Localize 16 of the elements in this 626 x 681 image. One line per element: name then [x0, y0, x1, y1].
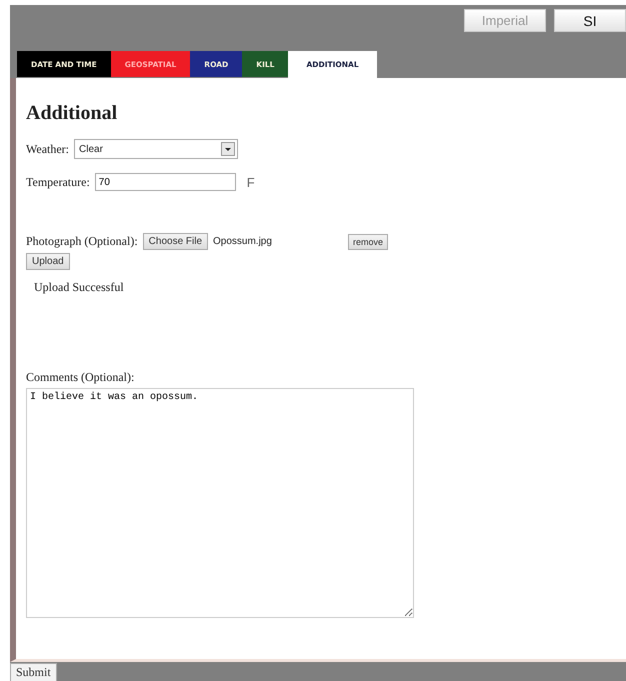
weather-dropdown[interactable]: Clear	[74, 139, 238, 159]
field-label: Temperature:	[26, 174, 90, 190]
comments-field[interactable]: I believe it was an opossum.	[26, 388, 414, 618]
submit-button[interactable]: Submit	[10, 663, 57, 681]
unit-label: F	[246, 174, 255, 190]
section-heading: Additional	[26, 102, 118, 125]
field-label: Comments (Optional):	[26, 370, 136, 385]
upload-button[interactable]: Upload	[26, 253, 70, 270]
field-label: Weather:	[26, 142, 70, 156]
file-name: Opossum.jpg	[213, 236, 273, 247]
upload-status: Upload Successful	[34, 280, 125, 296]
remove-button[interactable]: remove	[348, 234, 388, 250]
field-label: Photograph (Optional):	[26, 234, 138, 249]
choose-file-button[interactable]: Choose File	[142, 233, 208, 250]
temperature-field[interactable]: 70	[94, 173, 236, 191]
unit-button[interactable]: SI	[554, 9, 626, 32]
